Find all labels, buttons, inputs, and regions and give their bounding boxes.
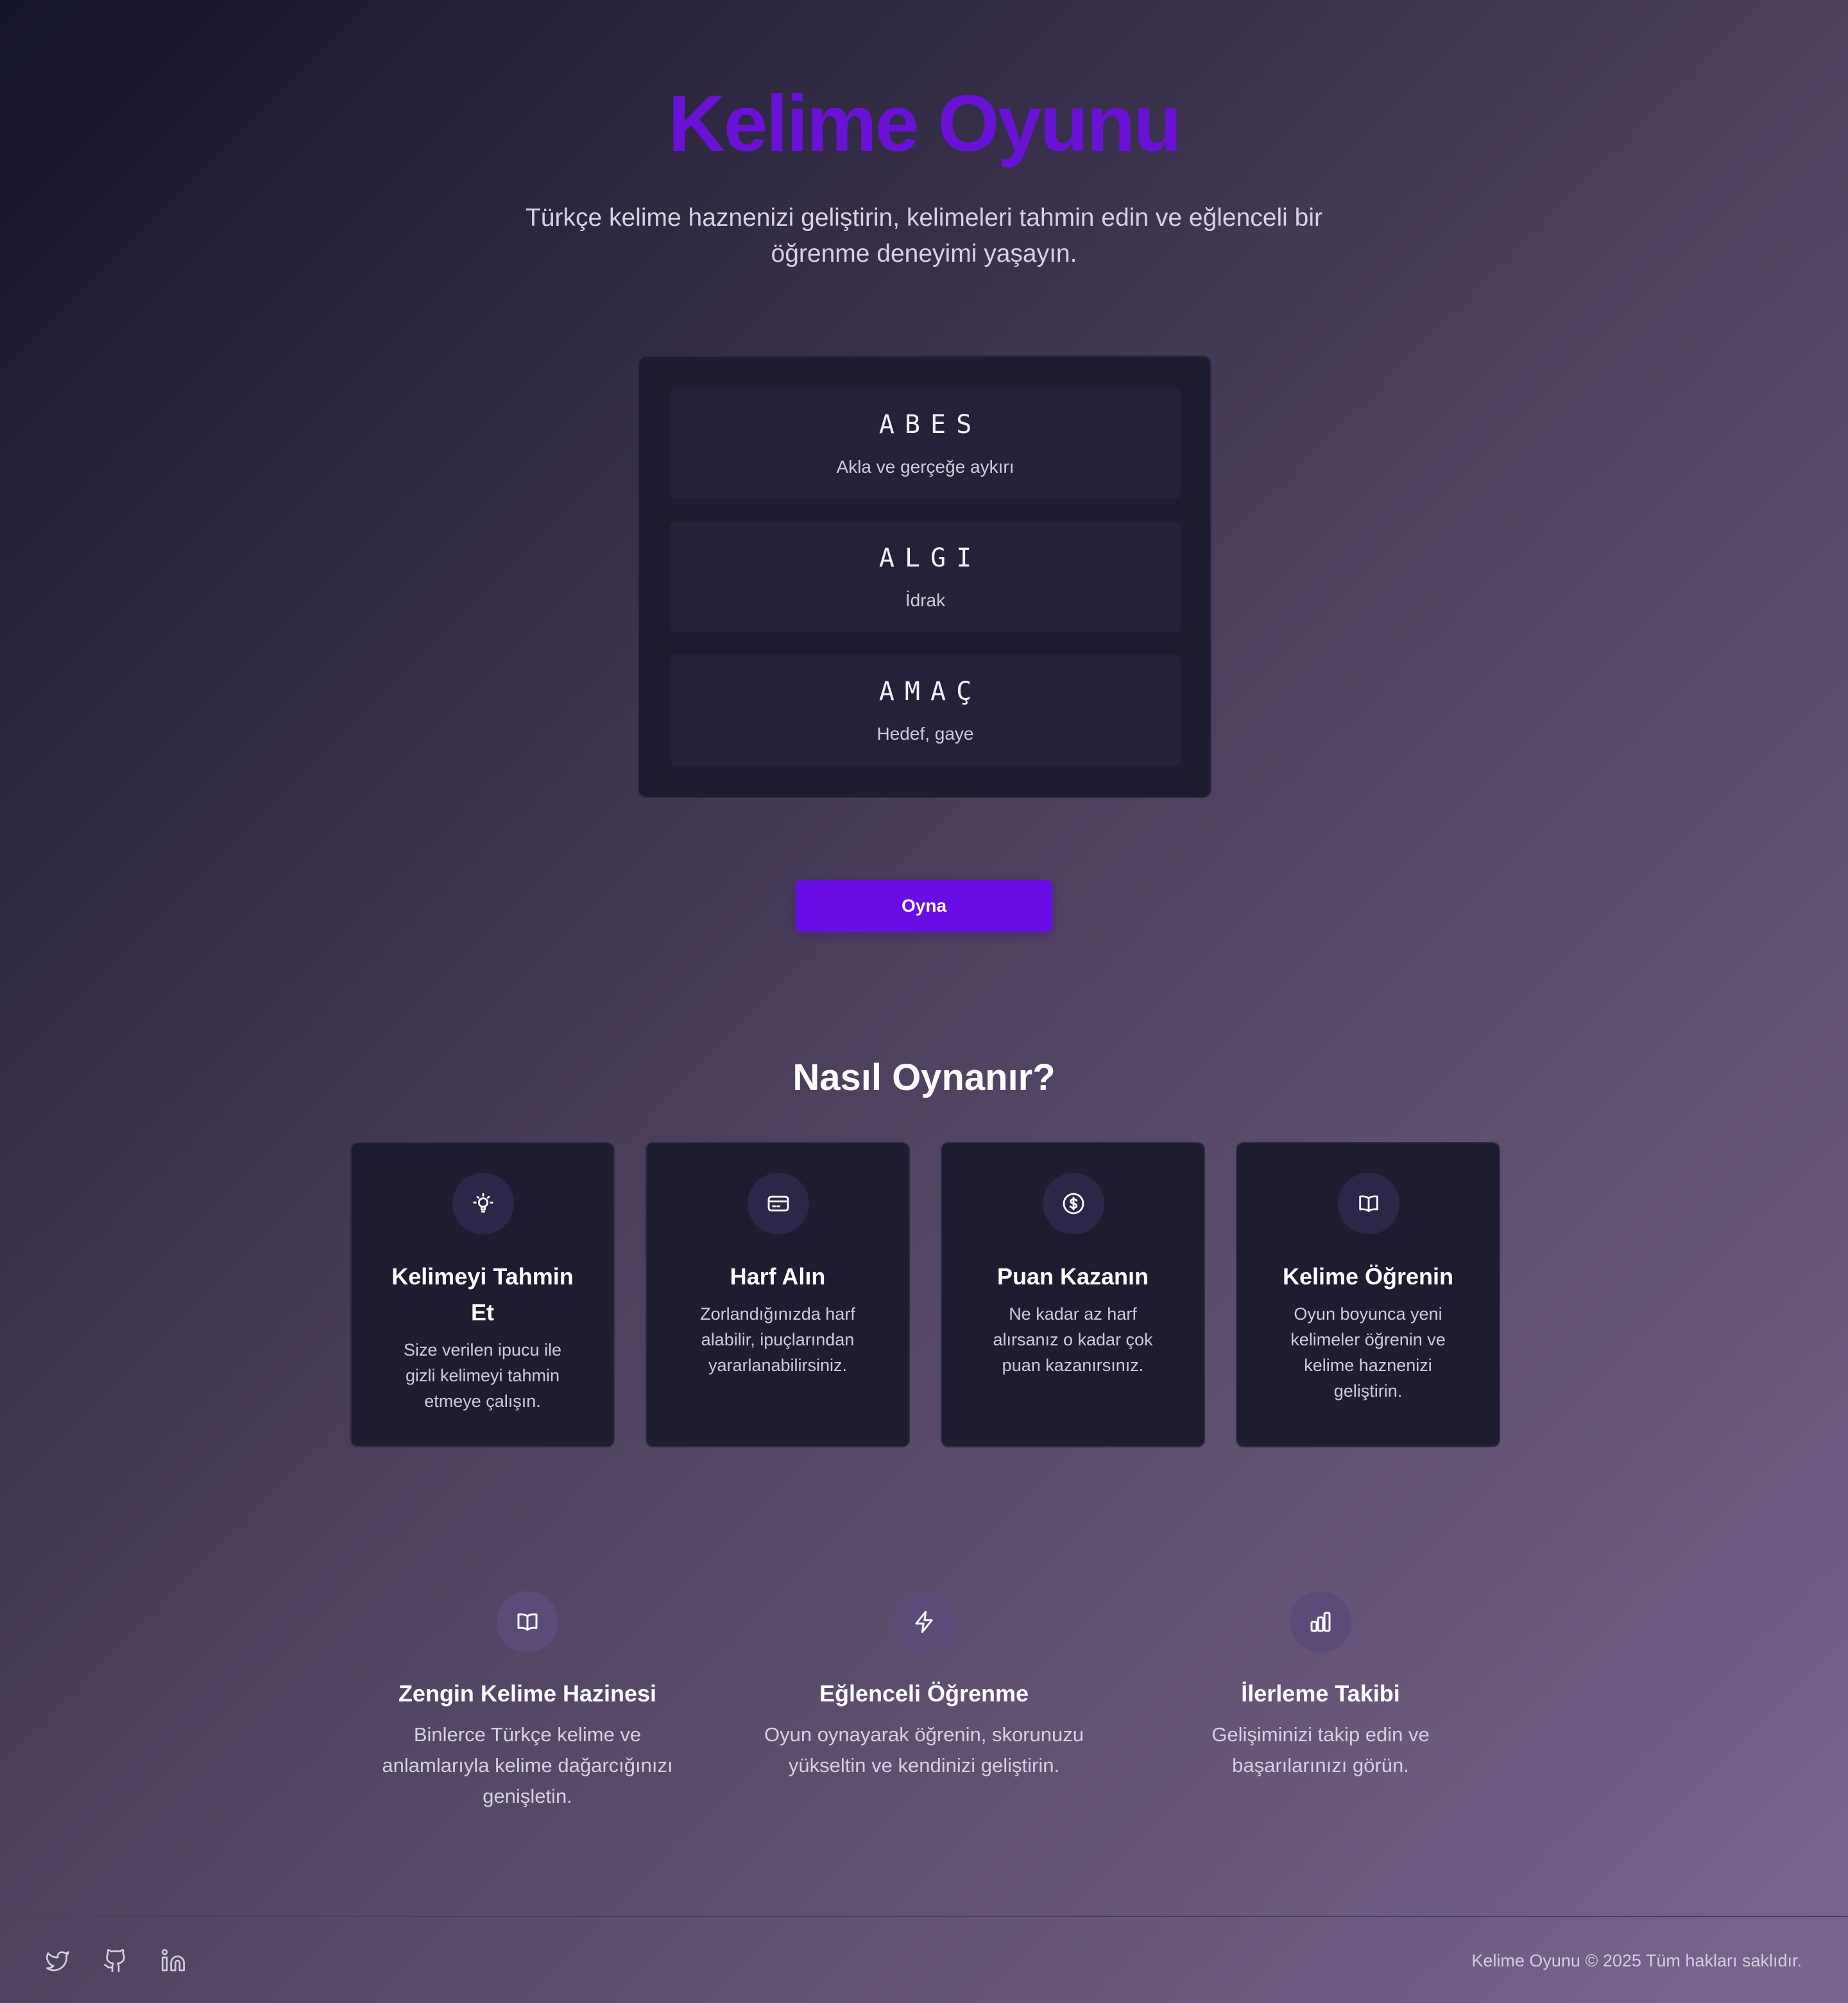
word-hint: İdrak <box>905 590 946 610</box>
step-card-buy-letter: Harf Alın Zorlandığınızda harf alabilir,… <box>646 1142 910 1447</box>
word-text: ABES <box>878 410 982 439</box>
feature-description: Binlerce Türkçe kelime ve anlamlarıyla k… <box>382 1723 673 1807</box>
dollar-circle-icon <box>1043 1173 1104 1234</box>
word-text: ALGI <box>878 543 982 573</box>
step-card-learn-words: Kelime Öğrenin Oyun boyunca yeni kelimel… <box>1236 1142 1500 1447</box>
twitter-icon[interactable] <box>42 1945 73 1976</box>
step-card-guess: Kelimeyi Tahmin Et Size verilen ipucu il… <box>350 1142 615 1447</box>
feature-description: Gelişiminizi takip edin ve başarılarınız… <box>1211 1723 1430 1777</box>
bar-chart-icon <box>1290 1591 1351 1653</box>
step-description: Ne kadar az harf alırsanız o kadar çok p… <box>993 1304 1153 1375</box>
step-title: Kelimeyi Tahmin Et <box>391 1263 574 1325</box>
feature-description: Oyun oynayarak öğrenin, skorunuzu yüksel… <box>764 1723 1084 1777</box>
step-description: Oyun boyunca yeni kelimeler öğrenin ve k… <box>1290 1304 1446 1401</box>
word-hint: Hedef, gaye <box>877 724 974 744</box>
word-text: AMAÇ <box>878 677 982 706</box>
feature-title: Zengin Kelime Hazinesi <box>398 1680 657 1707</box>
feature-title: İlerleme Takibi <box>1241 1680 1400 1707</box>
step-title: Harf Alın <box>730 1263 826 1290</box>
credit-card-icon <box>748 1173 809 1234</box>
lightbulb-icon <box>452 1173 514 1234</box>
open-book-icon <box>1338 1173 1399 1234</box>
step-title: Kelime Öğrenin <box>1282 1263 1454 1290</box>
word-card: ALGI İdrak <box>670 521 1181 633</box>
play-button[interactable]: Oyna <box>796 880 1052 932</box>
github-icon[interactable] <box>100 1945 131 1976</box>
step-card-earn-points: Puan Kazanın Ne kadar az harf alırsanız … <box>941 1142 1205 1447</box>
page-title: Kelime Oyunu <box>668 80 1182 168</box>
footer: Kelime Oyunu © 2025 Tüm hakları saklıdır… <box>0 1916 1848 2003</box>
step-description: Size verilen ipucu ile gizli kelimeyi ta… <box>403 1340 562 1411</box>
feature-title: Eğlenceli Öğrenme <box>819 1680 1029 1707</box>
copyright-text: Kelime Oyunu © 2025 Tüm hakları saklıdır… <box>1471 1951 1802 1970</box>
page-subtitle: Türkçe kelime haznenizi geliştirin, keli… <box>525 204 1323 268</box>
how-to-play-title: Nasıl Oynanır? <box>792 1057 1056 1098</box>
word-list-panel: ABES Akla ve gerçeğe aykırı ALGI İdrak A… <box>638 355 1211 798</box>
open-book-icon <box>497 1591 558 1653</box>
step-title: Puan Kazanın <box>997 1263 1149 1290</box>
word-card: AMAÇ Hedef, gaye <box>670 654 1181 766</box>
linkedin-icon[interactable] <box>158 1945 189 1976</box>
word-card: ABES Akla ve gerçeğe aykırı <box>670 388 1181 499</box>
step-description: Zorlandığınızda harf alabilir, ipuçların… <box>700 1304 855 1375</box>
word-hint: Akla ve gerçeğe aykırı <box>836 457 1014 477</box>
lightning-icon <box>893 1591 955 1653</box>
